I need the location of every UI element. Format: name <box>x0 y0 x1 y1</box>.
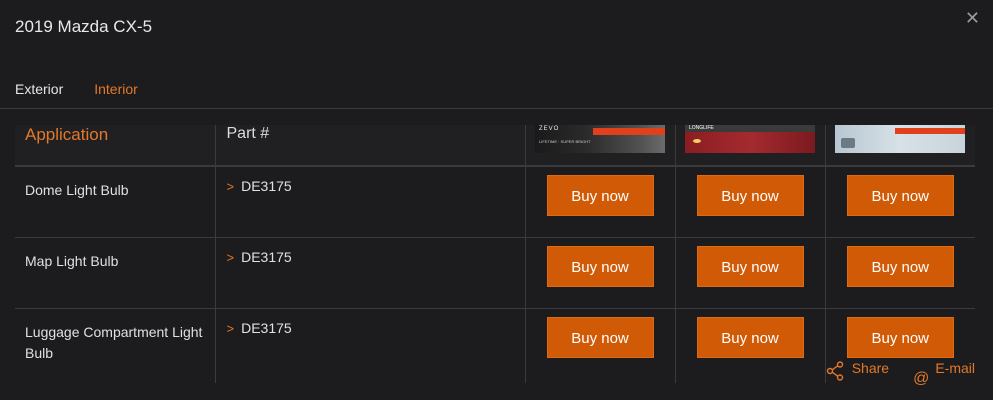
dialog-title: 2019 Mazda CX-5 <box>15 17 153 36</box>
part-number-link[interactable]: > DE3175 <box>214 166 525 238</box>
product-image-zevo: ZEVO LIFETIME · SUPER BRIGHT <box>535 125 665 153</box>
application-table: Application Part # ZEVO LIFETIME · SUPER… <box>15 125 975 383</box>
close-icon[interactable]: ✕ <box>965 9 980 27</box>
application-name: Dome Light Bulb <box>15 166 215 238</box>
email-link[interactable]: @ E-mail <box>913 360 975 388</box>
product-brand-zevo: ZEVO <box>539 126 560 132</box>
share-link[interactable]: Share <box>826 360 889 388</box>
product-image-led <box>835 125 966 153</box>
buy-now-button[interactable]: Buy now <box>846 246 954 287</box>
table-row: Map Light Bulb > DE3175 Buy now Buy now B… <box>15 237 975 309</box>
part-number: DE3175 <box>241 249 292 265</box>
product-header-zevo: ZEVO LIFETIME · SUPER BRIGHT <box>524 125 675 167</box>
part-number: DE3175 <box>241 178 292 194</box>
chevron-right-icon: > <box>226 321 235 336</box>
part-number-link[interactable]: > DE3175 <box>214 237 525 309</box>
buy-now-button[interactable]: Buy now <box>546 246 654 287</box>
buy-now-button[interactable]: Buy now <box>696 246 804 287</box>
buy-now-button[interactable]: Buy now <box>696 175 804 216</box>
table-header: Application Part # ZEVO LIFETIME · SUPER… <box>15 125 975 167</box>
product-brand-longlife: LONGLIFE <box>689 125 714 131</box>
product-header-led <box>824 125 975 167</box>
application-header: Application <box>15 125 215 167</box>
part-number-link[interactable]: > DE3175 <box>214 308 525 383</box>
at-sign-icon: @ <box>913 370 930 387</box>
tab-bar: Exterior Interior <box>15 81 138 97</box>
tabs-divider <box>0 108 993 109</box>
chevron-right-icon: > <box>226 250 235 265</box>
buy-now-button[interactable]: Buy now <box>846 175 954 216</box>
product-image-longlife: LONGLIFE <box>685 125 815 153</box>
tab-exterior[interactable]: Exterior <box>15 81 63 97</box>
buy-now-button[interactable]: Buy now <box>546 317 654 358</box>
dialog-footer: Share @ E-mail <box>826 360 975 388</box>
buy-now-button[interactable]: Buy now <box>696 317 804 358</box>
application-name: Luggage Compartment Light Bulb <box>25 324 203 361</box>
share-label: Share <box>851 360 890 376</box>
email-label: E-mail <box>935 360 975 376</box>
application-name: Map Light Bulb <box>15 237 215 309</box>
product-header-longlife: LONGLIFE <box>674 125 825 167</box>
buy-now-button[interactable]: Buy now <box>546 175 654 216</box>
share-icon <box>826 361 843 381</box>
buy-now-button[interactable]: Buy now <box>846 317 954 358</box>
tab-interior[interactable]: Interior <box>94 81 138 97</box>
chevron-right-icon: > <box>226 179 235 194</box>
table-row: Dome Light Bulb > DE3175 Buy now Buy now … <box>15 166 975 238</box>
part-header: Part # <box>214 125 525 167</box>
part-number: DE3175 <box>241 320 292 336</box>
